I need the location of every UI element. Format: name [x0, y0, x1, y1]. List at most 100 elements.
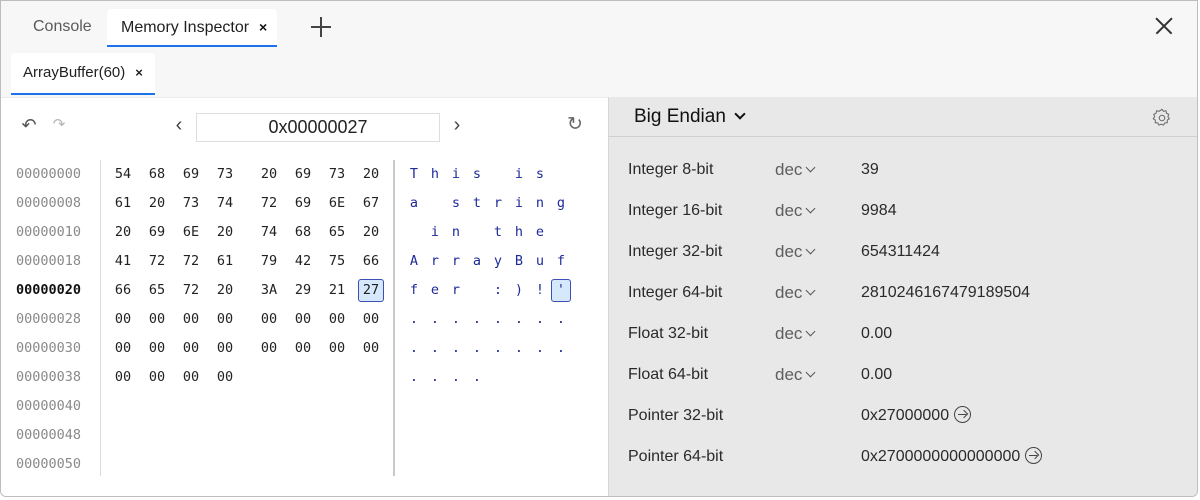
ascii-cell[interactable]: s [530, 163, 550, 186]
ascii-cell[interactable]: r [446, 250, 466, 273]
selected-byte-cell[interactable]: 27 [358, 279, 384, 302]
value-format-select[interactable]: dec [775, 313, 816, 354]
ascii-cell[interactable]: n [530, 192, 550, 215]
ascii-cell[interactable]: ) [509, 279, 529, 302]
ascii-cell[interactable]: a [467, 250, 487, 273]
byte-cell[interactable]: 00 [290, 308, 316, 331]
byte-cell[interactable]: 73 [178, 192, 204, 215]
byte-cell[interactable]: 42 [290, 250, 316, 273]
ascii-cell[interactable]: t [488, 221, 508, 244]
selected-ascii-cell[interactable]: ' [551, 279, 571, 302]
byte-cell[interactable]: 74 [256, 221, 282, 244]
byte-cell[interactable]: 00 [290, 337, 316, 360]
byte-cell[interactable]: 61 [110, 192, 136, 215]
ascii-cell[interactable] [488, 163, 508, 186]
ascii-cell[interactable]: s [446, 192, 466, 215]
ascii-cell[interactable]: . [509, 308, 529, 331]
value-format-select[interactable]: dec [775, 354, 816, 395]
tab-memory-inspector[interactable]: Memory Inspector × [107, 9, 278, 47]
byte-cell[interactable]: 68 [290, 221, 316, 244]
byte-cell[interactable]: 54 [110, 163, 136, 186]
ascii-cell[interactable]: . [404, 366, 424, 389]
byte-cell[interactable]: 20 [110, 221, 136, 244]
byte-cell[interactable]: 6E [324, 192, 350, 215]
byte-cell[interactable]: 69 [290, 163, 316, 186]
undo-history-icon[interactable]: ↶ [19, 112, 39, 138]
jump-to-address-icon[interactable] [954, 406, 972, 423]
tab-console[interactable]: Console [19, 9, 106, 47]
ascii-cell[interactable]: g [551, 192, 571, 215]
ascii-cell[interactable]: f [551, 250, 571, 273]
ascii-cell[interactable]: h [509, 221, 529, 244]
byte-cell[interactable]: 00 [110, 337, 136, 360]
byte-cell[interactable]: 72 [178, 279, 204, 302]
byte-cell[interactable]: 20 [358, 221, 384, 244]
byte-cell[interactable]: 6E [178, 221, 204, 244]
byte-cell[interactable]: 00 [324, 337, 350, 360]
byte-cell[interactable]: 00 [178, 366, 204, 389]
redo-history-icon[interactable]: ↷ [49, 112, 69, 138]
byte-cell[interactable]: 00 [144, 337, 170, 360]
ascii-cell[interactable]: y [488, 250, 508, 273]
byte-cell[interactable]: 3A [256, 279, 282, 302]
byte-cell[interactable]: 00 [256, 337, 282, 360]
ascii-cell[interactable]: r [446, 279, 466, 302]
byte-cell[interactable]: 00 [212, 308, 238, 331]
byte-cell[interactable]: 00 [324, 308, 350, 331]
ascii-cell[interactable] [404, 221, 424, 244]
ascii-cell[interactable] [425, 192, 445, 215]
byte-cell[interactable]: 20 [256, 163, 282, 186]
byte-cell[interactable]: 21 [324, 279, 350, 302]
jump-to-address-icon[interactable] [1025, 447, 1043, 464]
ascii-cell[interactable]: . [509, 337, 529, 360]
ascii-cell[interactable]: ! [530, 279, 550, 302]
ascii-cell[interactable]: i [509, 163, 529, 186]
ascii-cell[interactable]: . [446, 366, 466, 389]
byte-cell[interactable]: 61 [212, 250, 238, 273]
byte-cell[interactable]: 00 [110, 366, 136, 389]
byte-cell[interactable]: 79 [256, 250, 282, 273]
ascii-cell[interactable]: . [488, 308, 508, 331]
ascii-cell[interactable] [467, 221, 487, 244]
ascii-cell[interactable]: . [551, 337, 571, 360]
ascii-cell[interactable]: . [404, 308, 424, 331]
address-input[interactable] [196, 113, 440, 142]
previous-page-icon[interactable]: ‹ [169, 112, 189, 138]
byte-cell[interactable]: 00 [178, 337, 204, 360]
byte-cell[interactable]: 00 [358, 308, 384, 331]
byte-cell[interactable]: 00 [178, 308, 204, 331]
ascii-cell[interactable] [551, 221, 571, 244]
tab-arraybuffer[interactable]: ArrayBuffer(60) × [11, 53, 155, 95]
ascii-cell[interactable]: . [530, 337, 550, 360]
value-format-select[interactable]: dec [775, 149, 816, 190]
ascii-cell[interactable]: . [404, 337, 424, 360]
byte-cell[interactable]: 73 [212, 163, 238, 186]
byte-cell[interactable]: 00 [358, 337, 384, 360]
ascii-cell[interactable]: T [404, 163, 424, 186]
byte-cell[interactable]: 00 [110, 308, 136, 331]
buffer-tab-close-icon[interactable]: × [135, 65, 143, 80]
ascii-cell[interactable]: . [446, 308, 466, 331]
byte-cell[interactable]: 73 [324, 163, 350, 186]
byte-cell[interactable]: 66 [110, 279, 136, 302]
ascii-cell[interactable] [551, 163, 571, 186]
value-format-select[interactable]: dec [775, 231, 816, 272]
ascii-cell[interactable]: e [530, 221, 550, 244]
endianness-select[interactable]: Big Endian [634, 106, 746, 128]
ascii-cell[interactable]: . [467, 308, 487, 331]
byte-cell[interactable]: 66 [358, 250, 384, 273]
ascii-cell[interactable]: . [467, 337, 487, 360]
ascii-cell[interactable]: . [488, 337, 508, 360]
ascii-cell[interactable]: B [509, 250, 529, 273]
ascii-cell[interactable] [467, 279, 487, 302]
byte-cell[interactable]: 00 [144, 366, 170, 389]
byte-cell[interactable]: 69 [144, 221, 170, 244]
ascii-cell[interactable]: : [488, 279, 508, 302]
ascii-cell[interactable]: . [551, 308, 571, 331]
new-tab-plus-icon[interactable] [305, 11, 335, 41]
ascii-cell[interactable]: h [425, 163, 445, 186]
byte-cell[interactable]: 69 [290, 192, 316, 215]
byte-cell[interactable]: 00 [212, 337, 238, 360]
ascii-cell[interactable]: A [404, 250, 424, 273]
value-format-select[interactable]: dec [775, 272, 816, 313]
